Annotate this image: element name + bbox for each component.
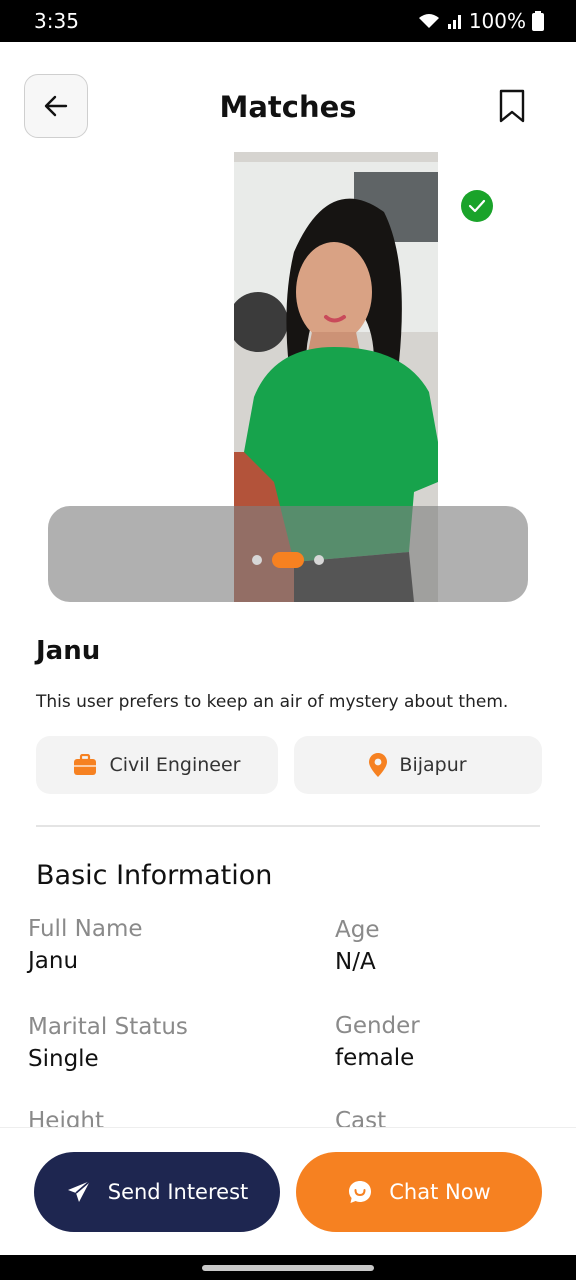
carousel-dot-active[interactable] <box>272 552 304 568</box>
section-divider <box>36 825 540 827</box>
location-chip: Bijapur <box>294 736 542 794</box>
gender-label: Gender <box>335 1013 420 1039</box>
full-name-label: Full Name <box>28 916 143 942</box>
chat-bubble-icon <box>349 1181 372 1203</box>
job-chip: Civil Engineer <box>36 736 278 794</box>
profile-name: Janu <box>36 636 101 666</box>
page-title: Matches <box>219 90 357 124</box>
send-interest-button[interactable]: Send Interest <box>34 1152 280 1232</box>
location-pin-icon <box>369 753 388 777</box>
age-value: N/A <box>335 949 376 975</box>
profile-bio: This user prefers to keep an air of myst… <box>36 692 509 712</box>
bookmark-icon <box>499 89 525 123</box>
full-name-field: Full Name Janu <box>28 916 278 974</box>
battery-icon <box>532 11 544 31</box>
carousel-dot[interactable] <box>314 555 324 565</box>
marital-status-value: Single <box>28 1046 99 1072</box>
age-field: Age N/A <box>335 917 576 975</box>
home-gesture-handle[interactable] <box>202 1265 374 1271</box>
chat-now-button[interactable]: Chat Now <box>296 1152 542 1232</box>
full-name-value: Janu <box>28 948 79 974</box>
action-bar: Send Interest Chat Now <box>0 1127 576 1255</box>
carousel-indicator <box>0 552 576 568</box>
carousel-dot[interactable] <box>252 555 262 565</box>
photo-carousel[interactable] <box>0 152 576 602</box>
send-interest-label: Send Interest <box>107 1180 249 1204</box>
job-label: Civil Engineer <box>109 754 241 776</box>
status-time: 3:35 <box>34 9 79 33</box>
system-nav-bar <box>0 1255 576 1280</box>
location-label: Bijapur <box>399 754 467 776</box>
gender-value: female <box>335 1045 415 1071</box>
paper-plane-icon <box>67 1180 91 1202</box>
marital-status-label: Marital Status <box>28 1014 188 1040</box>
chat-now-label: Chat Now <box>389 1180 491 1204</box>
basic-info-title: Basic Information <box>36 860 273 891</box>
age-label: Age <box>335 917 380 943</box>
gender-field: Gender female <box>335 1013 576 1071</box>
status-icons: 100% <box>417 9 544 33</box>
bookmark-button[interactable] <box>496 86 528 126</box>
status-bar: 3:35 100% <box>0 0 576 42</box>
marital-status-field: Marital Status Single <box>28 1014 278 1072</box>
app-header: Matches <box>0 42 576 152</box>
battery-percent: 100% <box>468 9 526 33</box>
briefcase-icon <box>74 754 97 775</box>
signal-icon <box>447 15 461 29</box>
wifi-icon <box>418 14 439 28</box>
verified-icon <box>461 190 493 222</box>
